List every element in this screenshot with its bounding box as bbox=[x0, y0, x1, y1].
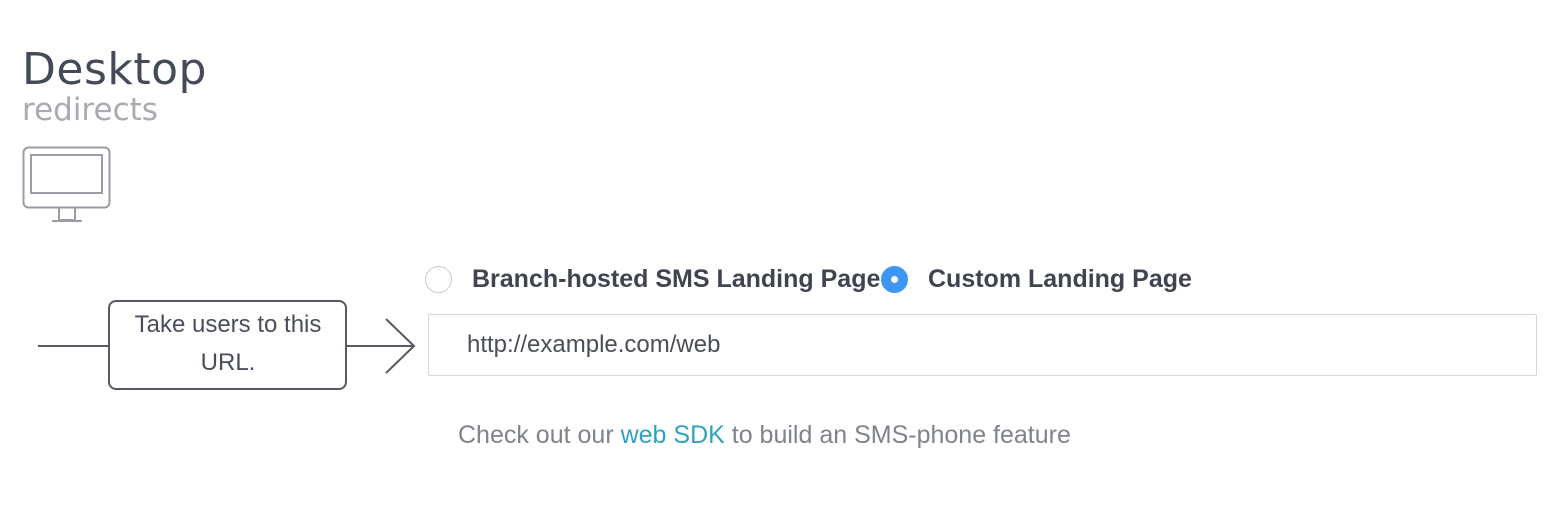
section-title: Desktop bbox=[22, 44, 207, 95]
radio-unselected-icon[interactable] bbox=[425, 265, 452, 293]
helper-text: Check out our web SDK to build an SMS-ph… bbox=[458, 421, 1071, 450]
radio-option-custom-landing[interactable]: Custom Landing Page bbox=[881, 262, 1192, 296]
section-subtitle: redirects bbox=[22, 92, 158, 128]
helper-suffix: to build an SMS-phone feature bbox=[724, 421, 1071, 449]
helper-prefix: Check out our bbox=[458, 421, 621, 449]
radio-option-branch-hosted[interactable]: Branch-hosted SMS Landing Page bbox=[425, 262, 880, 296]
custom-url-input[interactable] bbox=[428, 314, 1537, 376]
radio-selected-icon[interactable] bbox=[881, 265, 908, 293]
web-sdk-link[interactable]: web SDK bbox=[621, 421, 725, 449]
callout-text: Take users to this URL. bbox=[134, 311, 322, 376]
desktop-monitor-icon bbox=[22, 146, 111, 222]
radio-label-branch-hosted[interactable]: Branch-hosted SMS Landing Page bbox=[472, 265, 880, 294]
radio-label-custom-landing[interactable]: Custom Landing Page bbox=[928, 265, 1192, 294]
